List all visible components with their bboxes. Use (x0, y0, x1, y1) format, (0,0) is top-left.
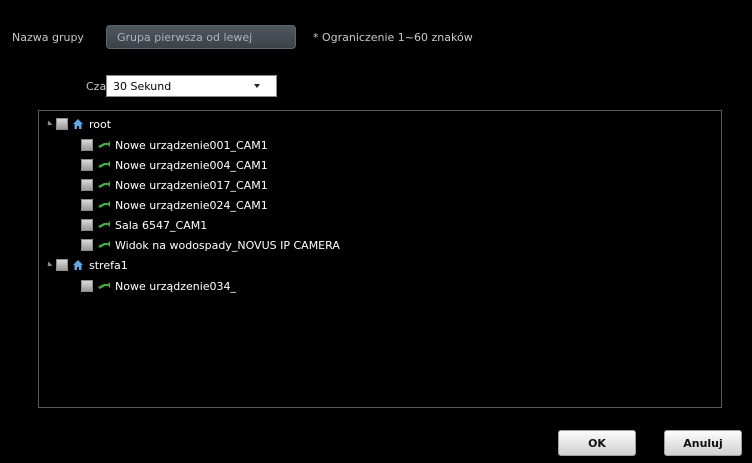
camera-icon (97, 160, 111, 170)
checkbox[interactable] (81, 159, 93, 171)
tree-node-device[interactable]: Nowe urządzenie017_CAM1 (81, 175, 268, 195)
checkbox[interactable] (56, 259, 68, 271)
time-select[interactable]: 30 Sekund (106, 75, 277, 97)
tree-node-device[interactable]: Nowe urządzenie034_ (81, 276, 236, 296)
device-tree[interactable]: root Nowe urządzenie001_CAM1 Nowe urządz… (38, 110, 722, 408)
tree-node-label: Nowe urządzenie001_CAM1 (115, 138, 268, 152)
tree-node-root[interactable]: root (45, 114, 112, 134)
length-hint: * Ograniczenie 1~60 znaków (313, 30, 473, 44)
tree-node-device[interactable]: Sala 6547_CAM1 (81, 215, 207, 235)
camera-icon (97, 200, 111, 210)
checkbox[interactable] (81, 239, 93, 251)
camera-icon (97, 281, 111, 291)
tree-node-label: root (89, 117, 112, 131)
group-name-row: Nazwa grupy Grupa pierwsza od lewej * Og… (12, 25, 473, 49)
camera-icon (97, 140, 111, 150)
checkbox[interactable] (81, 219, 93, 231)
checkbox[interactable] (81, 139, 93, 151)
tree-node-strefa1[interactable]: strefa1 (45, 255, 128, 275)
home-icon (72, 118, 84, 130)
group-name-input[interactable]: Grupa pierwsza od lewej (106, 25, 296, 49)
checkbox[interactable] (81, 179, 93, 191)
expander-icon[interactable] (45, 120, 53, 128)
tree-node-label: Nowe urządzenie034_ (115, 279, 237, 293)
time-label: Czas (86, 79, 112, 93)
tree-node-label: Nowe urządzenie024_CAM1 (115, 198, 268, 212)
tree-node-label: Nowe urządzenie017_CAM1 (115, 178, 268, 192)
group-name-label: Nazwa grupy (12, 30, 84, 44)
home-icon (72, 259, 84, 271)
tree-node-device[interactable]: Nowe urządzenie001_CAM1 (81, 135, 268, 155)
tree-node-label: Widok na wodospady_NOVUS IP CAMERA (115, 238, 340, 252)
tree-node-device[interactable]: Widok na wodospady_NOVUS IP CAMERA (81, 235, 340, 255)
checkbox[interactable] (81, 280, 93, 292)
time-row: Czas 30 Sekund (86, 75, 277, 97)
expander-icon[interactable] (45, 261, 53, 269)
cancel-button[interactable]: Anuluj (664, 430, 742, 456)
camera-icon (97, 240, 111, 250)
checkbox[interactable] (56, 118, 68, 130)
tree-node-label: Nowe urządzenie004_CAM1 (115, 158, 268, 172)
tree-node-label: strefa1 (89, 258, 128, 272)
checkbox[interactable] (81, 199, 93, 211)
chevron-down-icon (254, 84, 260, 88)
tree-node-device[interactable]: Nowe urządzenie024_CAM1 (81, 195, 268, 215)
camera-icon (97, 180, 111, 190)
tree-node-label: Sala 6547_CAM1 (115, 218, 208, 232)
tree-node-device[interactable]: Nowe urządzenie004_CAM1 (81, 155, 268, 175)
time-select-value: 30 Sekund (113, 79, 172, 93)
ok-button[interactable]: OK (558, 430, 636, 456)
camera-icon (97, 220, 111, 230)
